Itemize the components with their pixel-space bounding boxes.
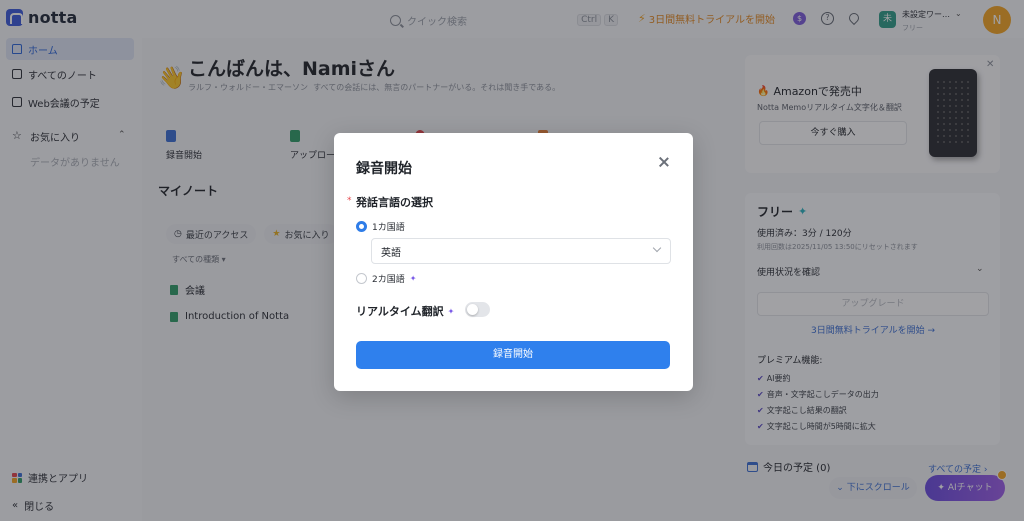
single-language-radio[interactable]: 1カ国語: [356, 220, 405, 233]
required-mark: *: [347, 196, 352, 206]
radio-unselected-icon: [356, 273, 367, 284]
radio-selected-icon: [356, 221, 367, 232]
dialog-title: 録音開始: [356, 161, 412, 177]
selected-language: 英語: [381, 247, 401, 259]
close-icon[interactable]: [657, 155, 671, 169]
realtime-label-text: リアルタイム翻訳: [356, 305, 444, 318]
realtime-translation-toggle[interactable]: [465, 302, 490, 317]
radio-label: 1カ国語: [372, 223, 405, 233]
start-recording-button[interactable]: 録音開始: [356, 341, 670, 369]
premium-sparkle-icon: ✦: [447, 306, 455, 316]
language-select[interactable]: 英語: [371, 238, 671, 264]
dual-language-radio[interactable]: 2カ国語 ✦: [356, 272, 416, 285]
realtime-translation-label: リアルタイム翻訳 ✦: [356, 303, 454, 319]
premium-sparkle-icon: ✦: [409, 274, 417, 283]
language-section-label: 発話言語の選択: [356, 196, 433, 209]
chevron-down-icon: [652, 243, 662, 253]
start-recording-dialog: 録音開始 * 発話言語の選択 1カ国語 英語 2カ国語 ✦ リアルタイム翻訳 ✦…: [334, 133, 693, 391]
radio-label: 2カ国語: [372, 275, 405, 285]
